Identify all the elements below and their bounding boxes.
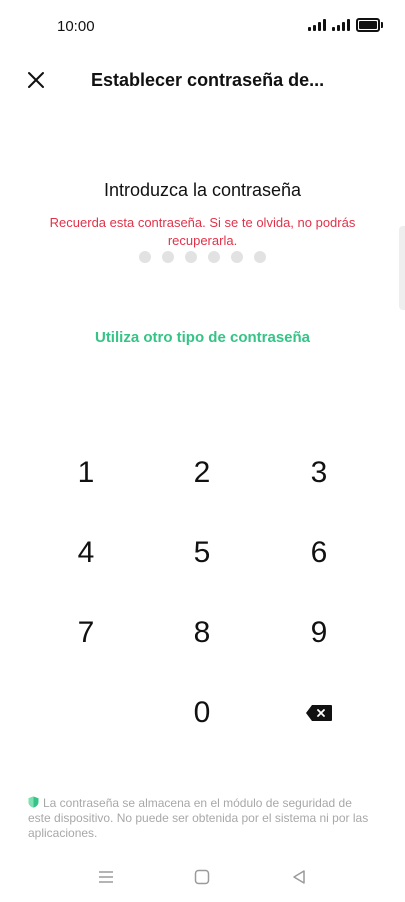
backspace-icon [306, 705, 332, 721]
key-4[interactable]: 4 [41, 523, 131, 583]
nav-home-button[interactable] [187, 862, 217, 892]
key-8[interactable]: 8 [157, 603, 247, 663]
home-icon [194, 869, 210, 885]
key-3[interactable]: 3 [274, 443, 364, 503]
key-7[interactable]: 7 [41, 603, 131, 663]
pin-dots [0, 251, 405, 263]
warning-message: Recuerda esta contraseña. Si se te olvid… [49, 215, 356, 248]
battery-icon [356, 18, 383, 32]
status-icons [308, 18, 383, 32]
nav-back-button[interactable] [284, 862, 314, 892]
key-9[interactable]: 9 [274, 603, 364, 663]
key-0[interactable]: 0 [157, 683, 247, 743]
pin-dot [231, 251, 243, 263]
system-nav-bar [0, 862, 405, 892]
pin-dot [162, 251, 174, 263]
key-6[interactable]: 6 [274, 523, 364, 583]
security-note-text: La contraseña se almacena en el módulo d… [28, 796, 369, 840]
other-password-type-link[interactable]: Utiliza otro tipo de contraseña [0, 329, 405, 346]
header: Establecer contraseña de... [0, 60, 405, 100]
key-1[interactable]: 1 [41, 443, 131, 503]
pin-dot [208, 251, 220, 263]
menu-icon [99, 871, 113, 883]
page-title: Establecer contraseña de... [91, 70, 325, 90]
signal-icon-2 [332, 19, 350, 31]
pin-dot [185, 251, 197, 263]
security-note: La contraseña se almacena en el módulo d… [28, 796, 373, 841]
key-5[interactable]: 5 [157, 523, 247, 583]
back-icon [293, 870, 305, 884]
close-icon [28, 72, 44, 88]
password-prompt: Introduzca la contraseña [103, 180, 302, 200]
status-bar: 10:00 [0, 0, 405, 52]
nav-menu-button[interactable] [91, 862, 121, 892]
side-handle[interactable] [399, 226, 405, 310]
key-2[interactable]: 2 [157, 443, 247, 503]
backspace-button[interactable] [274, 683, 364, 743]
status-time: 10:00 [57, 18, 95, 35]
signal-icon [308, 19, 326, 31]
close-button[interactable] [22, 66, 50, 94]
shield-icon [28, 796, 39, 808]
pin-dot [254, 251, 266, 263]
pin-dot [139, 251, 151, 263]
